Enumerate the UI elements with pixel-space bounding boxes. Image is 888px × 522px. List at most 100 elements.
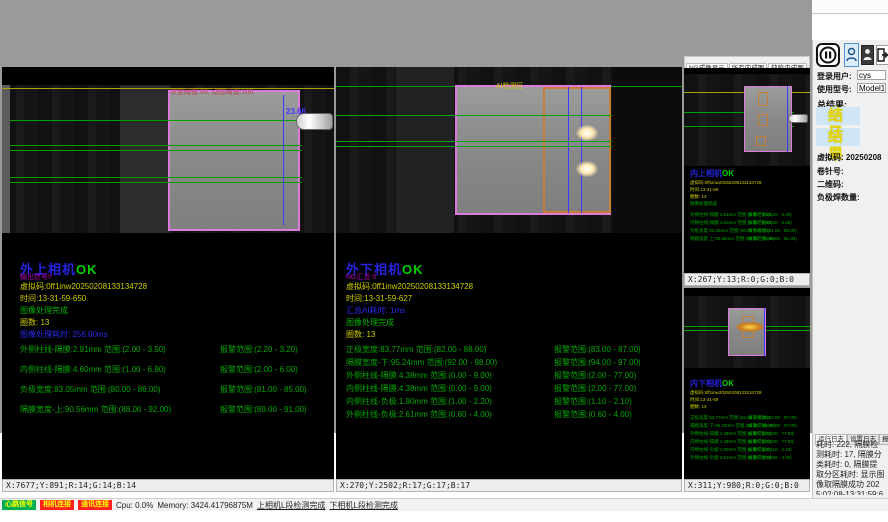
camera-name-text: 内上相机 bbox=[690, 169, 722, 178]
alarm-text: 报警范围:(2.00 - 77.00) bbox=[748, 431, 794, 436]
defect-box bbox=[758, 92, 768, 106]
alarm-range: 报警范围:(2.20 - 3.20) bbox=[220, 344, 298, 355]
product-block bbox=[744, 86, 792, 152]
alarm-text: 报警范围:(2.00 - 77.00) bbox=[748, 439, 794, 444]
user-button[interactable] bbox=[844, 43, 859, 67]
alarm-text: 报警范围:(81.00 - 85.00) bbox=[220, 385, 307, 394]
memory-usage: Memory: 3424.41796875M bbox=[157, 501, 253, 510]
alarm-text: 报警范围:(2.00 - 77.00) bbox=[554, 371, 636, 380]
model-label: 使用型号: bbox=[817, 84, 852, 95]
measurement-text: 隔膜宽度-下:95.24mm 范围:(92.00 - 98.00) bbox=[346, 358, 497, 367]
pause-button[interactable] bbox=[816, 43, 840, 67]
alarm-range: 报警范围:(0.60 - 4.00) bbox=[748, 455, 792, 461]
ai-roi-box bbox=[543, 87, 611, 213]
alarm-text: 报警范围:(2.00 - 6.00) bbox=[220, 365, 298, 374]
alarm-range: 报警范围:(2.00 - 6.00) bbox=[748, 220, 792, 226]
measurement-text: 负极宽度:83.05mm 范围:(80.00 - 86.00) bbox=[20, 385, 161, 394]
alarm-range: 报警范围:(1.10 - 2.10) bbox=[554, 396, 632, 407]
reference-line-yellow bbox=[2, 88, 334, 89]
measurement-text: 外侧柱线-隔膜:2.91mm 范围:(2.00 - 3.50) bbox=[20, 345, 166, 354]
result-ok-text: OK bbox=[76, 262, 98, 277]
product-block bbox=[168, 90, 300, 231]
left-camera-image[interactable]: 灰度阈值:93, 动态阈值:100 23.66 bbox=[2, 85, 334, 233]
virtual-code-line: 虚拟码:0ff1inw20250208133134728 bbox=[20, 281, 147, 292]
inner-bottom-camera-image[interactable] bbox=[684, 296, 810, 368]
measurement-row: 内侧柱线-隔膜:4.38mm 范围:(0.00 - 9.00) bbox=[346, 383, 492, 394]
turns-line: 圈数: 13 bbox=[346, 329, 375, 340]
result-box-top: 结 果 bbox=[816, 107, 860, 125]
alarm-text: 报警范围:(89.00 - 91.00) bbox=[220, 405, 307, 414]
login-user-label: 登录用户: bbox=[817, 71, 852, 82]
alarm-range: 报警范围:(2.00 - 77.00) bbox=[554, 383, 636, 394]
alarm-text: 报警范围:(0.60 - 4.00) bbox=[748, 455, 792, 460]
measurement-text: 正极宽度:83.77mm 范围:(82.00 - 88.00) bbox=[346, 345, 487, 354]
elapsed-line: 图像处理耗时: 256.00ms bbox=[20, 329, 108, 340]
measurement-row: 外侧柱线-隔膜:2.91mm 范围:(2.00 - 3.50) bbox=[20, 344, 166, 355]
alarm-text: 报警范围:(2.20 - 3.20) bbox=[220, 345, 298, 354]
measure-line-blue bbox=[568, 87, 569, 213]
threshold-label: 灰度阈值:93, 动态阈值:100 bbox=[170, 87, 253, 97]
alarm-range: 报警范围:(94.00 - 97.00) bbox=[554, 357, 641, 368]
image-dark-band bbox=[612, 67, 682, 233]
login-user-field[interactable] bbox=[857, 70, 886, 80]
alarm-text: 报警范围:(0.60 - 4.00) bbox=[554, 410, 632, 419]
camera-connection-badge: 相机连接 bbox=[40, 500, 74, 510]
turns-line: 圈数: 13 bbox=[20, 317, 49, 328]
alarm-text: 报警范围:(94.00 - 97.00) bbox=[748, 423, 797, 428]
alarm-range: 报警范围:(2.00 - 77.00) bbox=[748, 439, 794, 445]
inner-top-camera-image[interactable] bbox=[684, 74, 810, 166]
camera-name-text: 内下相机 bbox=[690, 379, 722, 388]
comm-connection-badge: 通讯连接 bbox=[78, 500, 112, 510]
virtual-code-line: 虚拟码:0ff1inw20250208133134728 bbox=[690, 180, 761, 186]
time-line: 时间:13-31-59-650 bbox=[20, 293, 86, 304]
edge-line-green bbox=[10, 120, 302, 121]
alarm-range: 报警范围:(2.00 - 77.00) bbox=[748, 431, 794, 437]
alarm-range: 报警范围:(2.00 - 77.00) bbox=[554, 370, 636, 381]
virtual-code-label-text: 虚拟码: bbox=[817, 153, 844, 162]
measurement-text: 内侧柱线-隔膜:4.38mm 范围:(0.00 - 9.00) bbox=[346, 384, 492, 393]
alarm-range: 报警范围:(2.00 - 6.00) bbox=[220, 364, 298, 375]
small-view-tabs: NG成像显示所有内成图缺陷内成图 bbox=[684, 56, 810, 68]
virtual-code-line: 虚拟码:0ff1inw20250208133134728 bbox=[346, 281, 473, 292]
left-camera-panel: 灰度阈值:93, 动态阈值:100 23.66 外上相机OK 输出信号!! 虚拟… bbox=[2, 67, 334, 479]
edge-line-green bbox=[336, 146, 612, 147]
log-text[interactable]: 耗时: 222, 隔膜检测耗时: 17, 隔膜分类耗时: 0, 隔膜提取分区耗时… bbox=[816, 440, 885, 495]
operator-icon bbox=[863, 48, 872, 62]
ai-elapsed-line: 汇总AI耗时: 1ms bbox=[346, 305, 405, 316]
inner-top-cursor-status: X:267;Y:13;R:0;G:0;B:0 bbox=[684, 273, 810, 286]
highlight-spot bbox=[576, 125, 598, 141]
processing-done-line: 图像处理完成 bbox=[20, 305, 68, 316]
alarm-text: 报警范围:(1.10 - 2.10) bbox=[554, 397, 632, 406]
alarm-text: 报警范围:(2.20 - 3.20) bbox=[748, 212, 792, 217]
exit-button[interactable] bbox=[876, 45, 888, 65]
model-field[interactable] bbox=[857, 83, 886, 93]
inner-bottom-camera-panel: 内下相机OK 虚拟码:0ff1inw20250208133134728 时间:1… bbox=[684, 288, 810, 479]
camera-name: 内下相机OK bbox=[690, 378, 734, 389]
alarm-range: 报警范围:(94.00 - 97.00) bbox=[748, 423, 797, 429]
inner-bottom-cursor-status: X:311;Y:980;R:0;G:0;B:0 bbox=[684, 479, 810, 492]
processing-done-line: 图像处理完成 bbox=[690, 201, 717, 207]
alarm-text: 报警范围:(83.00 - 87.00) bbox=[748, 415, 797, 420]
upper-camera-message: 上相机L段检测完成 bbox=[257, 500, 325, 511]
operator-button[interactable] bbox=[861, 45, 874, 65]
edge-line-green bbox=[336, 141, 612, 142]
center-camera-image[interactable]: AI检测区 bbox=[336, 67, 682, 233]
alarm-range: 报警范围:(89.00 - 91.00) bbox=[748, 236, 797, 242]
result-ok-text: OK bbox=[722, 169, 734, 178]
measurement-row: 隔膜宽度-下:95.24mm 范围:(92.00 - 98.00) bbox=[346, 357, 497, 368]
alarm-range: 报警范围:(0.60 - 4.00) bbox=[554, 409, 632, 420]
alarm-range: 报警范围:(83.00 - 87.00) bbox=[554, 344, 641, 355]
alarm-range: 报警范围:(89.00 - 91.00) bbox=[220, 404, 307, 415]
status-bar: 心跳信号 相机连接 通讯连接 Cpu: 0.0% Memory: 3424.41… bbox=[0, 498, 888, 511]
inner-top-camera-panel: 内上相机OK 虚拟码:0ff1inw20250208133134728 时间:1… bbox=[684, 68, 810, 273]
alarm-text: 报警范围:(1.10 - 2.10) bbox=[748, 447, 792, 452]
measurement-row: 隔膜宽度-上:90.56mm 范围:(88.00 - 92.00) bbox=[20, 404, 171, 415]
edge-line-green bbox=[10, 150, 302, 151]
turns-line: 圈数: 13 bbox=[690, 404, 707, 410]
alarm-text: 报警范围:(81.00 - 85.00) bbox=[748, 228, 797, 233]
alarm-text: 报警范围:(2.00 - 6.00) bbox=[748, 220, 792, 225]
result-ok-text: OK bbox=[402, 262, 424, 277]
weld-count-label: 负极焊数量: bbox=[817, 192, 860, 203]
highlight-spot bbox=[576, 161, 598, 177]
center-camera-panel: AI检测区 外下相机OK NG汇总:0 虚拟码:0ff1inw202502081… bbox=[336, 67, 682, 479]
